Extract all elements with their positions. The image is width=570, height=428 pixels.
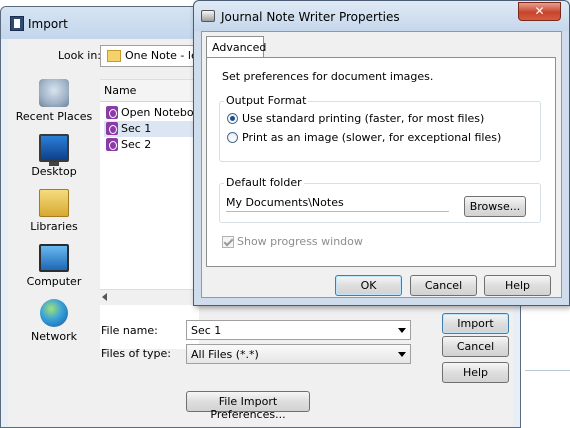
place-computer[interactable]: Computer [12,244,96,288]
default-folder-label: Default folder [224,176,304,189]
file-name: Sec 1 [121,122,152,135]
radio-label: Use standard printing (faster, for most … [242,112,485,125]
list-item[interactable]: Open Notebook [104,105,199,121]
close-button[interactable]: ✕ [518,2,561,21]
file-import-preferences-button[interactable]: File Import Preferences... [186,391,310,421]
file-name-value: Sec 1 [191,324,222,337]
advanced-panel: Set preferences for document images. Out… [206,57,556,267]
file-type-label: Files of type: [101,347,172,360]
checkbox-label: Show progress window [237,235,363,248]
help-button[interactable]: Help [484,275,551,296]
horizontal-scrollbar[interactable] [100,289,199,305]
ok-button[interactable]: OK [335,275,402,296]
import-button[interactable]: Import [442,313,509,334]
checkbox-checked-icon [222,236,234,248]
file-name-input[interactable]: Sec 1 [186,320,411,340]
place-label: Computer [26,275,82,288]
radio-selected-icon [227,113,238,124]
file-type-value: All Files (*.*) [191,348,259,361]
column-header-name[interactable]: Name [100,80,199,102]
properties-title: Journal Note Writer Properties [221,10,400,24]
place-label: Network [31,330,77,343]
file-name: Open Notebook [121,106,199,119]
folder-icon [107,50,121,62]
radio-unselected-icon [227,132,238,143]
browse-button[interactable]: Browse... [464,196,526,217]
import-cancel-button[interactable]: Cancel [442,336,509,357]
properties-dialog: Journal Note Writer Properties ✕ Advance… [193,0,570,306]
list-item[interactable]: Sec 2 [104,137,199,153]
chevron-down-icon[interactable] [398,328,406,333]
printer-icon [201,10,215,22]
default-folder-group: Default folder My Documents\Notes Browse… [219,176,541,223]
show-progress-checkbox[interactable]: Show progress window [222,235,363,248]
place-label: Libraries [30,220,78,233]
place-recent-places[interactable]: Recent Places [12,79,96,123]
import-app-icon [10,16,24,31]
place-label: Recent Places [15,110,93,123]
place-label: Desktop [31,165,77,178]
file-type-select[interactable]: All Files (*.*) [186,344,411,364]
close-icon: ✕ [534,4,545,18]
radio-print-as-image[interactable]: Print as an image (slower, for exception… [227,131,501,145]
radio-standard-printing[interactable]: Use standard printing (faster, for most … [227,112,484,126]
properties-titlebar: Journal Note Writer Properties ✕ [194,1,569,31]
output-format-group: Output Format Use standard printing (fas… [219,94,541,162]
list-item[interactable]: Sec 1 [104,121,199,137]
background-divider [525,370,570,371]
recent-places-icon [39,79,69,107]
file-name-label: File name: [101,324,158,337]
libraries-icon [39,189,69,217]
panel-description: Set preferences for document images. [222,70,434,83]
import-help-button[interactable]: Help [442,362,509,383]
default-folder-field[interactable]: My Documents\Notes [226,195,449,212]
scroll-left-icon[interactable] [102,293,107,301]
radio-label: Print as an image (slower, for exception… [242,131,502,144]
onenote-icon [106,122,118,135]
onenote-icon [106,138,118,151]
file-list[interactable]: Name Open Notebook Sec 1 Sec 2 [100,79,199,349]
look-in-label: Look in: [58,49,101,62]
import-title: Import [28,17,68,31]
properties-body: Advanced Set preferences for document im… [201,31,562,298]
output-format-label: Output Format [224,94,309,107]
chevron-down-icon[interactable] [398,352,406,357]
place-network[interactable]: Network [12,299,96,343]
place-desktop[interactable]: Desktop [12,134,96,178]
file-name: Sec 2 [121,138,152,151]
desktop-icon [39,134,69,166]
cancel-button[interactable]: Cancel [410,275,477,296]
onenote-icon [106,106,118,119]
computer-icon [39,244,69,272]
tab-advanced[interactable]: Advanced [206,36,266,58]
place-libraries[interactable]: Libraries [12,189,96,233]
network-icon [40,299,68,327]
